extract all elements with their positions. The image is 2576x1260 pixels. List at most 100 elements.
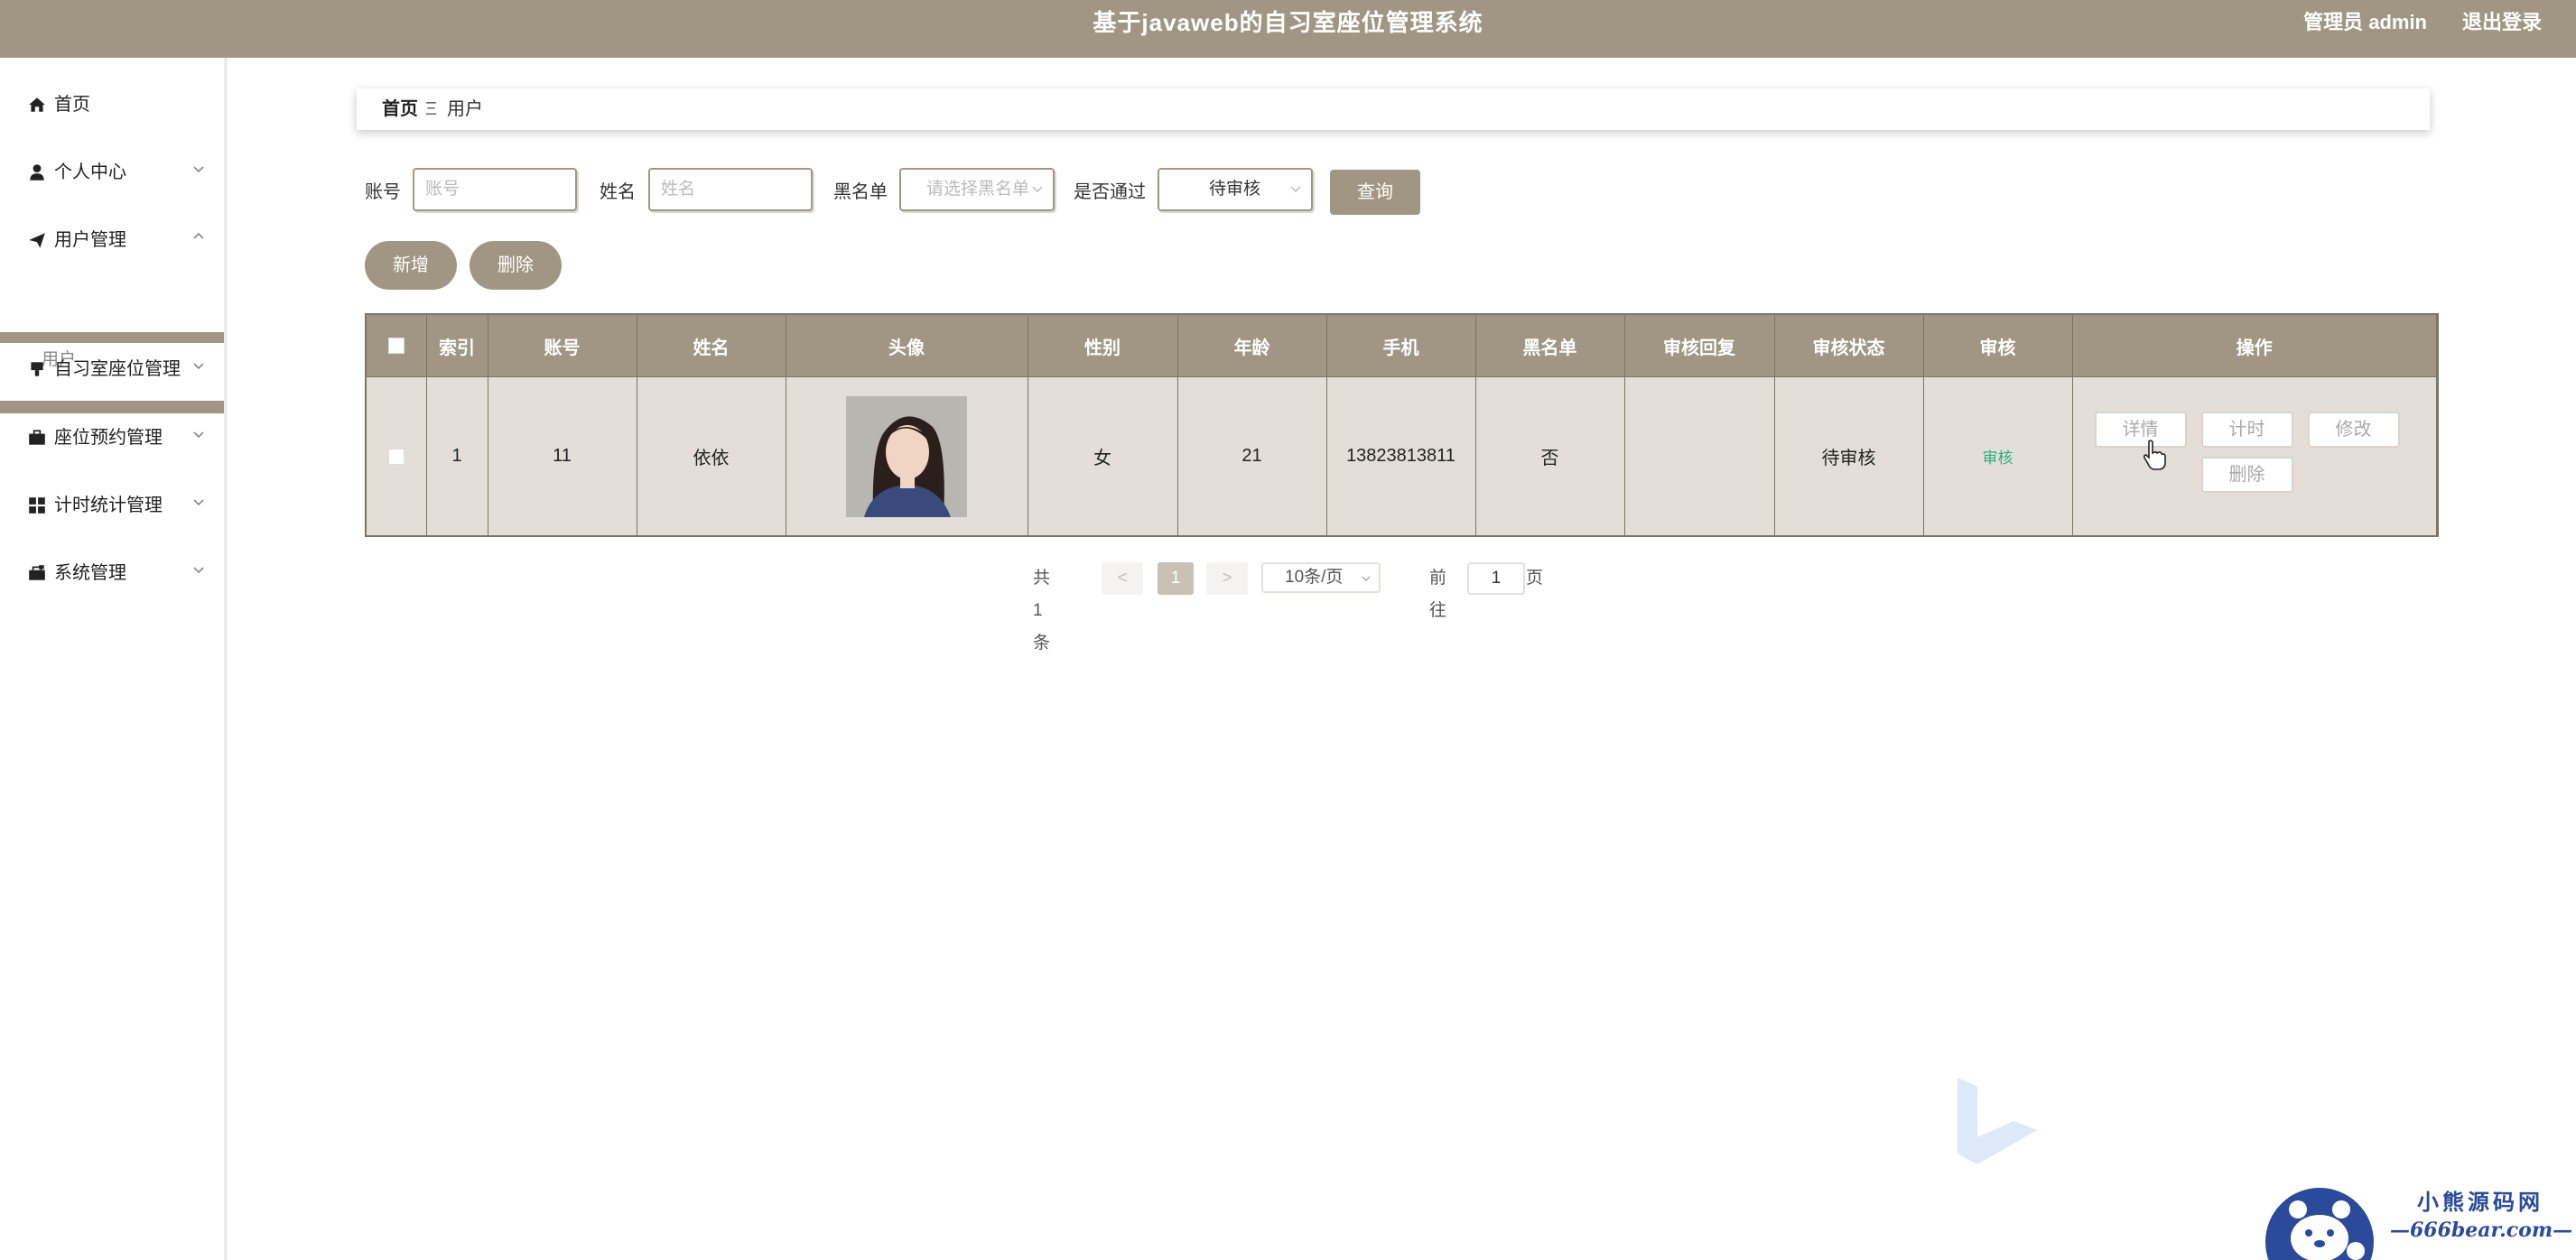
chevron-down-icon: [193, 431, 204, 439]
page-size-value: 10条/页: [1285, 568, 1344, 587]
passed-select-value: 待审核: [1209, 180, 1261, 199]
passed-select[interactable]: 待审核: [1158, 168, 1313, 211]
audit-link[interactable]: 审核: [1983, 449, 2013, 467]
blacklist-label: 黑名单: [833, 182, 888, 202]
chevron-down-icon: [1032, 186, 1043, 193]
row-delete-button[interactable]: 删除: [2200, 457, 2293, 493]
sidebar-item-time-statistics[interactable]: 计时统计管理: [0, 483, 224, 528]
chevron-down-icon: [1290, 186, 1301, 193]
sidebar: 首页 个人中心 用户管理 用户 自习室座位管理 座位预约管理 计时统计管理 系统…: [0, 58, 228, 1260]
cell-index: 1: [426, 376, 488, 535]
avatar: [846, 395, 967, 517]
sidebar-item-label: 自习室座位管理: [54, 359, 181, 379]
toolbox-icon: [29, 565, 45, 580]
cell-reply: [1624, 376, 1775, 535]
chevron-down-icon: [193, 363, 204, 370]
sidebar-item-label: 首页: [54, 95, 90, 115]
sidebar-item-home[interactable]: 首页: [0, 82, 224, 127]
sidebar-item-label: 个人中心: [54, 162, 126, 182]
watermark-logo-icon: [1958, 1078, 2037, 1164]
logout-button[interactable]: 退出登录: [2462, 0, 2542, 45]
timer-button[interactable]: 计时: [2200, 412, 2293, 448]
sidebar-item-label: 座位预约管理: [54, 428, 163, 448]
cell-status: 待审核: [1774, 376, 1924, 535]
delete-button[interactable]: 删除: [470, 241, 562, 290]
page-number-1[interactable]: 1: [1158, 562, 1194, 595]
chevron-up-icon: [193, 232, 204, 239]
blacklist-select-placeholder: 请选择黑名单: [926, 180, 1030, 199]
brand-watermark: 小熊源码网 —666bear.com—: [2262, 1181, 2576, 1260]
cell-blacklist: 否: [1475, 376, 1625, 535]
paper-plane-icon: [29, 233, 45, 248]
sidebar-item-study-room-seats[interactable]: 自习室座位管理: [0, 347, 224, 392]
top-bar: 基于javaweb的自习室座位管理系统 管理员 admin 退出登录: [0, 0, 2576, 58]
bear-logo-icon: [2265, 1188, 2374, 1260]
sidebar-item-seat-reservation[interactable]: 座位预约管理: [0, 415, 224, 460]
query-button[interactable]: 查询: [1330, 170, 1420, 215]
page-size-select[interactable]: 10条/页: [1261, 562, 1381, 593]
sidebar-item-system-management[interactable]: 系统管理: [0, 551, 224, 596]
cell-avatar: [786, 376, 1028, 535]
brand-name: 小熊源码网: [2417, 1189, 2543, 1215]
account-label: 账号: [365, 182, 401, 202]
cell-account: 11: [488, 376, 637, 535]
edit-button[interactable]: 修改: [2307, 412, 2400, 448]
breadcrumb-current: 用户: [447, 99, 483, 119]
column-header: 审核: [1923, 315, 2073, 377]
add-button[interactable]: 新增: [365, 241, 457, 290]
blacklist-select[interactable]: 请选择黑名单: [899, 168, 1055, 211]
home-icon: [29, 97, 45, 112]
cell-gender: 女: [1028, 376, 1178, 535]
column-header: 操作: [2072, 315, 2437, 377]
cell-audit: 审核: [1923, 376, 2073, 535]
sidebar-item-user-management[interactable]: 用户管理: [0, 218, 224, 263]
cell-age: 21: [1177, 376, 1327, 535]
table-header-row: 索引 账号 姓名 头像 性别 年龄 手机 黑名单 审核回复 审核状态 审核 操作: [367, 315, 2437, 377]
breadcrumb-separator: Ξ: [425, 99, 437, 119]
sidebar-item-label: 计时统计管理: [54, 496, 163, 515]
user-icon: [30, 164, 44, 181]
name-input[interactable]: 姓名: [648, 168, 813, 211]
chevron-down-icon: [1362, 576, 1371, 581]
column-header: 索引: [426, 315, 488, 377]
column-header: 审核回复: [1624, 315, 1775, 377]
grid-icon: [29, 497, 45, 514]
column-header: 性别: [1028, 315, 1178, 377]
cell-phone: 13823813811: [1326, 376, 1476, 535]
chevron-down-icon: [193, 499, 204, 506]
passed-label: 是否通过: [1074, 182, 1146, 202]
column-header: 黑名单: [1475, 315, 1625, 377]
prev-page-button[interactable]: <: [1102, 562, 1143, 595]
column-header: 审核状态: [1774, 315, 1924, 377]
select-all-checkbox[interactable]: [387, 338, 405, 355]
goto-suffix: 页: [1526, 569, 1544, 588]
hand-cursor-icon: [2143, 440, 2166, 470]
select-all-header[interactable]: [367, 315, 427, 377]
cell-operations: 详情 计时 修改 删除: [2072, 376, 2437, 535]
seat-icon: [31, 362, 43, 376]
column-header: 姓名: [637, 315, 786, 377]
app-title: 基于javaweb的自习室座位管理系统: [1093, 9, 1483, 36]
account-input[interactable]: 账号: [413, 168, 577, 211]
goto-page-input[interactable]: 1: [1467, 562, 1525, 595]
breadcrumb-home[interactable]: 首页: [382, 88, 418, 130]
sidebar-item-label: 用户管理: [54, 230, 126, 250]
breadcrumb: 首页 Ξ 用户: [357, 88, 2430, 130]
sidebar-item-label: 系统管理: [54, 563, 126, 583]
sidebar-item-profile[interactable]: 个人中心: [0, 150, 224, 195]
next-page-button[interactable]: >: [1206, 562, 1248, 595]
column-header: 账号: [488, 315, 637, 377]
row-select-cell[interactable]: [367, 376, 427, 535]
cell-name: 依依: [637, 376, 786, 535]
chevron-down-icon: [193, 567, 204, 574]
name-label: 姓名: [600, 182, 636, 202]
row-checkbox[interactable]: [387, 448, 405, 465]
column-header: 头像: [786, 315, 1028, 377]
column-header: 年龄: [1177, 315, 1327, 377]
brand-url: —666bear.com—: [2390, 1218, 2573, 1242]
chevron-down-icon: [193, 166, 204, 173]
goto-label: 前往: [1429, 569, 1447, 620]
current-user: 管理员 admin: [2303, 11, 2427, 33]
pagination-total: 共 1 条: [1033, 569, 1051, 653]
users-table: 索引 账号 姓名 头像 性别 年龄 手机 黑名单 审核回复 审核状态 审核 操作…: [365, 313, 2439, 537]
